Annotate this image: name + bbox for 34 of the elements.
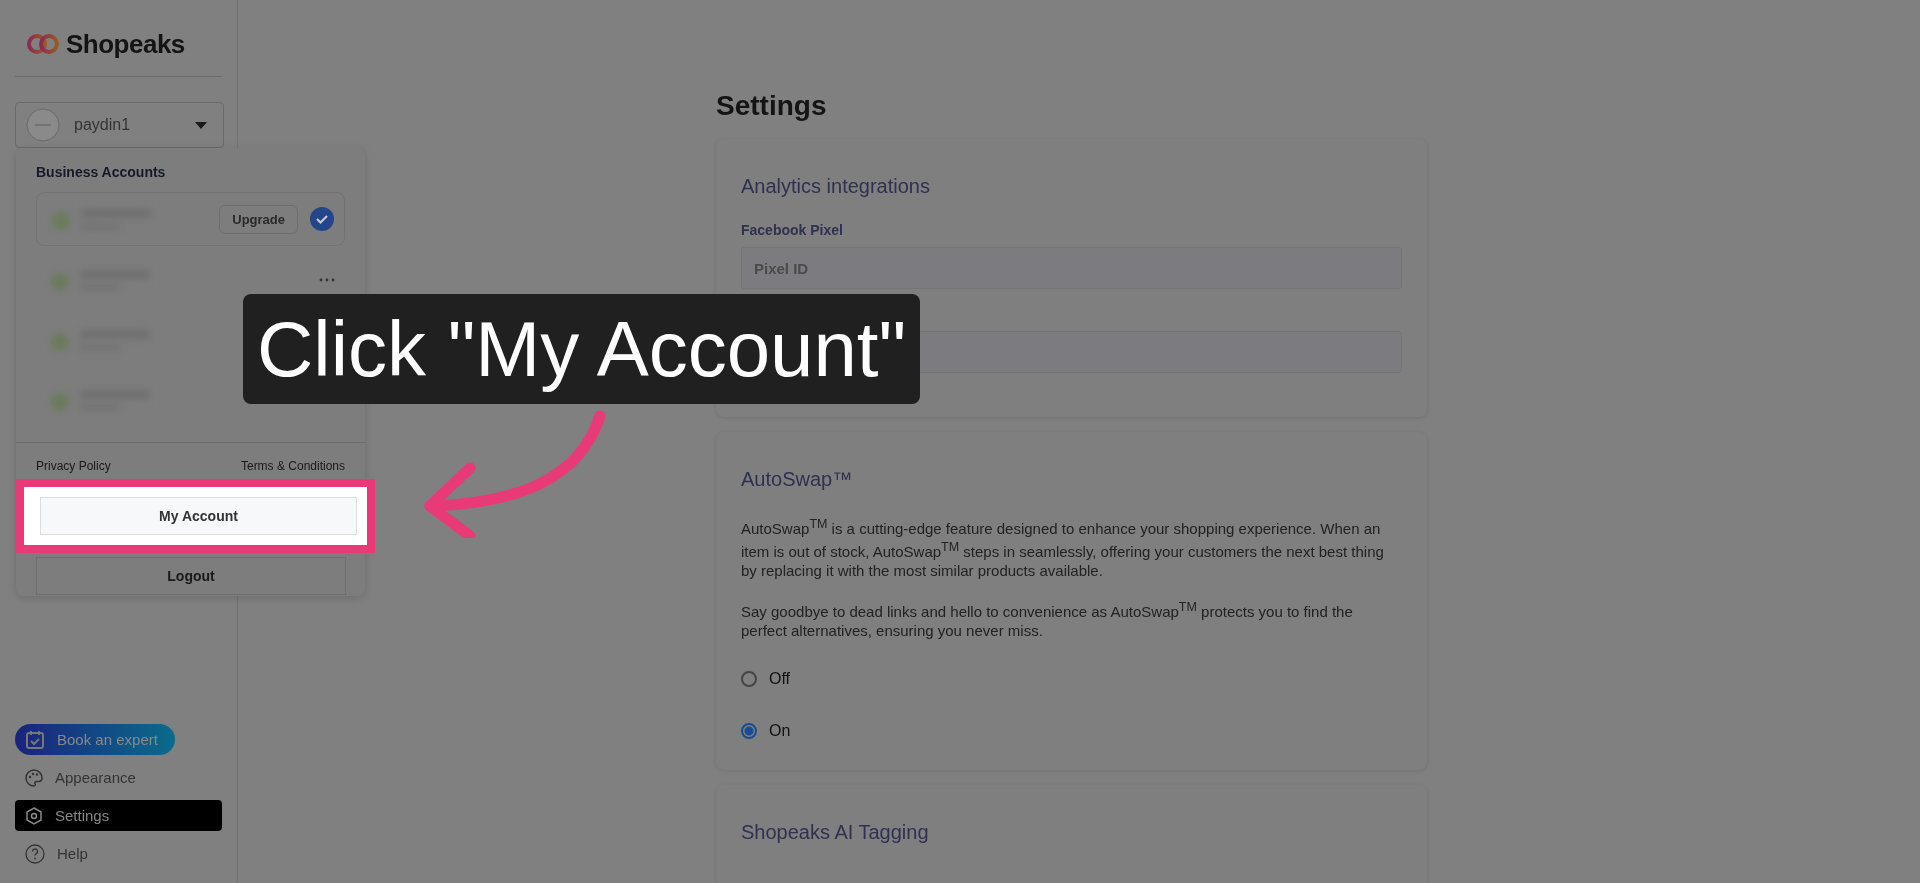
page-title: Settings [716,90,828,122]
logo-text: Shopeaks [66,28,185,60]
help-icon [25,843,45,864]
radio-option[interactable]: Off [741,670,1402,688]
book-expert-button[interactable]: Book an expert [15,724,175,755]
nav-item[interactable]: Appearance [15,762,222,793]
footer-link[interactable]: Terms & Conditions [240,459,345,473]
section-title: Shopeaks AI Tagging [741,821,930,844]
radio-option[interactable]: On [741,722,1402,740]
settings-icon [25,806,43,825]
more-icon[interactable] [319,278,335,282]
nav-item[interactable]: Help [15,838,222,869]
menu-title: Business Accounts [35,164,167,180]
field-label: Facebook Pixel [741,222,844,238]
radio-button[interactable] [741,671,757,687]
nav-item[interactable]: Settings [15,800,222,831]
avatar-icon [26,108,60,142]
description-text: Say goodbye to dead links and hello to convenience as AutoSwap$^{TM}$ protects you to find the perfect alternatives, ensuring you never miss. [741,599,1354,640]
palette-icon [25,768,43,787]
section-title: Analytics integrations [741,175,931,198]
section-title: AutoSwap™ [741,468,854,491]
footer-link[interactable]: Privacy Policy [36,459,111,473]
menu-button[interactable]: My Account [40,497,357,535]
account-select[interactable]: paydin1 [15,102,224,148]
radio-button[interactable] [741,723,757,739]
logo-icon [26,33,60,55]
caret-icon [195,121,207,129]
upgrade-button[interactable]: Upgrade [219,204,298,234]
description-text: AutoSwap$^{TM}$ is a cutting-edge feature designed to enhance your shopping experience. When an item is out of stock, AutoSwap$^{TM}$ steps in seamlessly, offering your customers the next best thing by replacing it with the most similar products available. [741,516,1385,580]
calendar-icon [25,729,45,750]
callout-tooltip: Click "My Account" [243,294,921,404]
account-row[interactable]: Upgrade [36,192,345,246]
check-icon [310,207,334,231]
menu-button[interactable]: Logout [36,557,346,595]
